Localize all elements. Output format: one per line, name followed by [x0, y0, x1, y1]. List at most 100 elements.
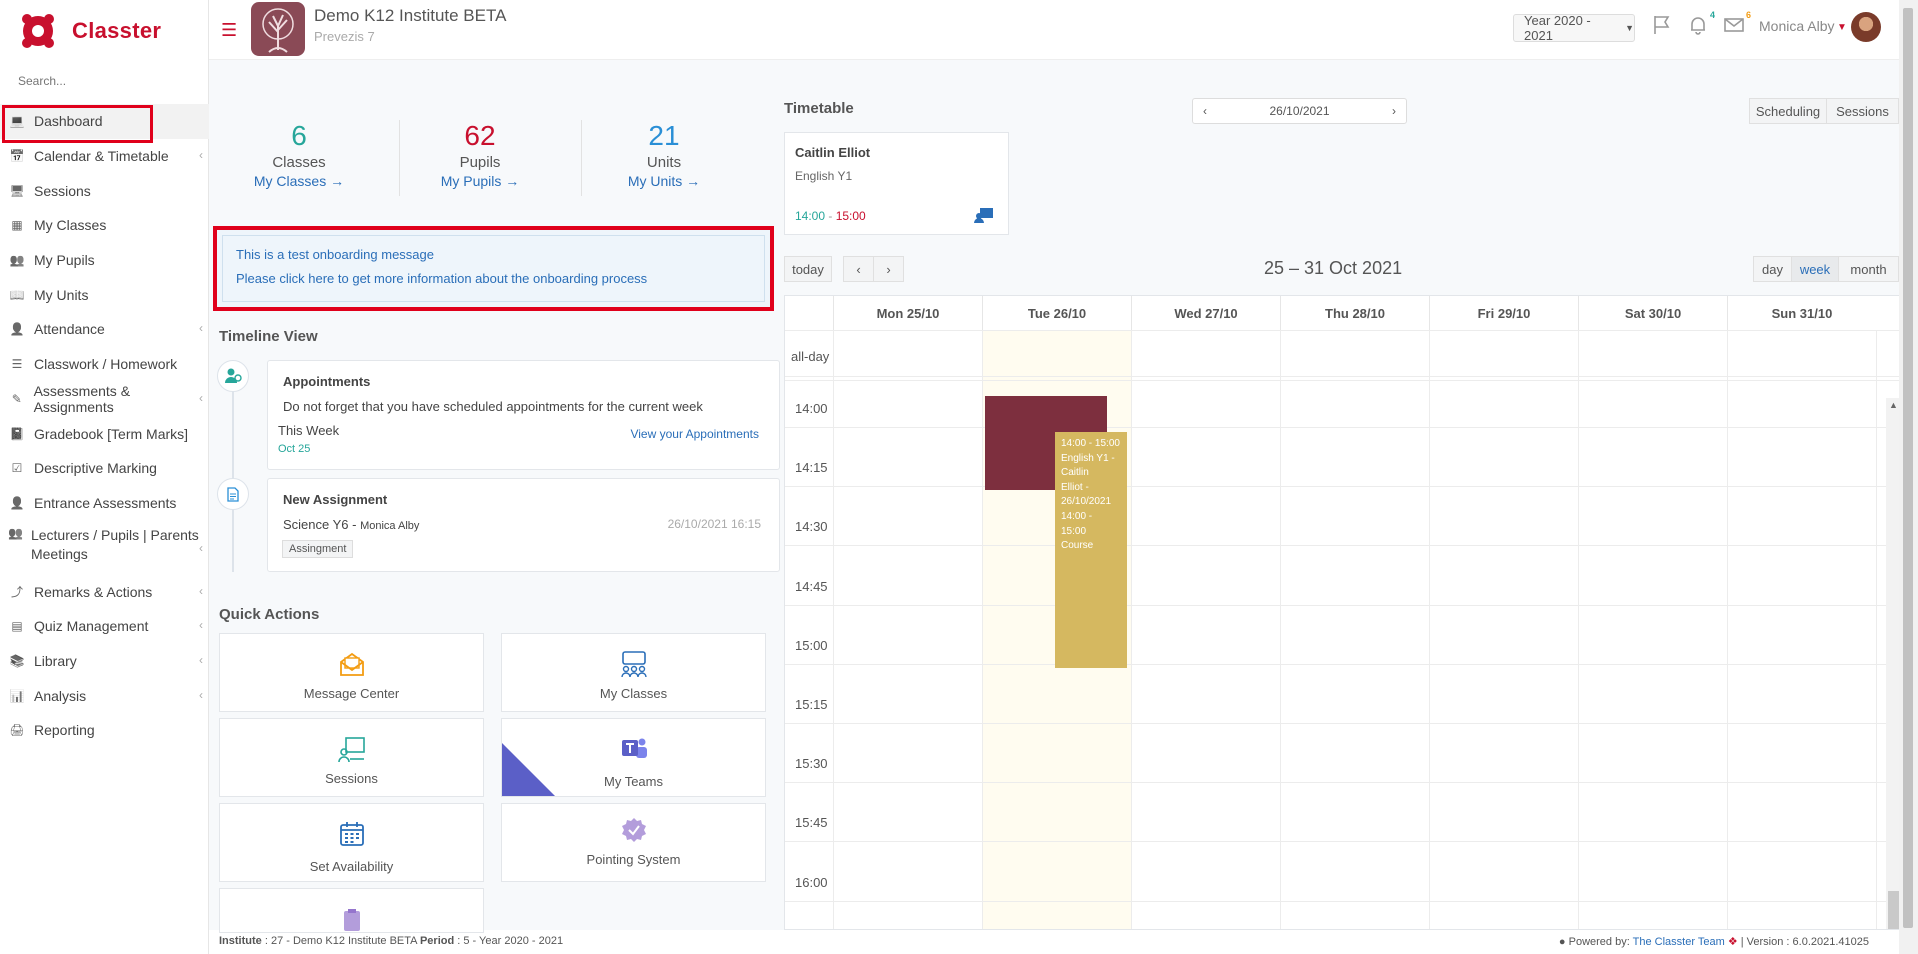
- stat-classes: 6 Classes My Classes →: [209, 120, 389, 189]
- view-appointments-link[interactable]: View your Appointments: [630, 427, 759, 441]
- timetable-date[interactable]: 26/10/2021: [1269, 104, 1329, 118]
- event-text-line: Elliot -: [1061, 481, 1089, 493]
- chevron-left-icon[interactable]: ‹: [199, 688, 203, 702]
- flag-icon[interactable]: [1651, 14, 1675, 38]
- chevron-left-icon[interactable]: ‹: [199, 391, 203, 405]
- sidebar-item-my-classes[interactable]: ▦ My Classes: [0, 208, 209, 243]
- chevron-left-icon[interactable]: ‹: [199, 148, 203, 162]
- grid-hline: [785, 900, 1902, 902]
- quick-action-more[interactable]: [219, 888, 484, 933]
- my-pupils-link[interactable]: My Pupils →: [390, 173, 570, 189]
- today-button[interactable]: today: [784, 256, 832, 282]
- my-classes-link[interactable]: My Classes →: [209, 173, 389, 189]
- sidebar-item-assessments-assignments[interactable]: ✎ Assessments & Assignments ‹: [0, 382, 209, 417]
- sidebar-item-attendance[interactable]: 👤 Attendance ‹: [0, 312, 209, 347]
- next-date-chevron-icon[interactable]: ›: [1392, 104, 1396, 118]
- quick-action-sessions[interactable]: Sessions: [219, 718, 484, 797]
- year-select[interactable]: Year 2020 - 2021 ▼: [1513, 13, 1635, 43]
- session-teacher: Caitlin Elliot: [795, 145, 871, 160]
- classter-team-link[interactable]: The Classter Team: [1633, 936, 1725, 948]
- sidebar-item-calendar-timetable[interactable]: 📅 Calendar & Timetable ‹: [0, 139, 209, 174]
- session-end: 15:00: [835, 209, 866, 223]
- grid-vline: [1131, 330, 1132, 929]
- attendance-icon: 👤: [9, 322, 25, 337]
- sidebar-item-quiz-management[interactable]: ▤ Quiz Management ‹: [0, 609, 209, 644]
- footer-institute-label: Institute: [219, 935, 262, 947]
- user-caret-down-icon[interactable]: ▼: [1837, 22, 1847, 33]
- footer-powered-label: Powered by:: [1568, 936, 1630, 948]
- hamburger-menu-icon[interactable]: ☰: [221, 20, 237, 41]
- stat-units-label: Units: [646, 154, 682, 171]
- sidebar-item-label: Calendar & Timetable: [34, 148, 169, 165]
- chevron-left-icon[interactable]: ‹: [199, 321, 203, 335]
- sidebar-item-label: Entrance Assessments: [34, 494, 177, 511]
- chevron-left-icon[interactable]: ‹: [199, 618, 203, 632]
- sidebar-item-descriptive-marking[interactable]: ☑ Descriptive Marking: [0, 451, 209, 486]
- quick-action-my-classes[interactable]: My Classes: [501, 633, 766, 712]
- sidebar-item-my-pupils[interactable]: 👥 My Pupils: [0, 243, 209, 278]
- classter-mark-icon: ❖: [1727, 936, 1738, 948]
- messages-envelope-icon[interactable]: 6: [1723, 10, 1751, 38]
- sidebar-item-my-units[interactable]: 📖 My Units: [0, 277, 209, 312]
- footer-institute-value: : 27 - Demo K12 Institute BETA: [264, 935, 417, 947]
- quick-action-label: My Classes: [599, 686, 668, 701]
- sidebar-item-lecturers-pupils-parents-meetings[interactable]: 👥 Lecturers / Pupils | Parents Meetings ‹: [0, 520, 209, 574]
- sidebar-item-label: My Units: [34, 286, 89, 303]
- day-header[interactable]: Mon 25/10: [833, 296, 982, 330]
- sidebar-item-reporting[interactable]: 🖨 Reporting: [0, 713, 209, 748]
- day-header[interactable]: Tue 26/10: [982, 296, 1131, 330]
- chevron-left-icon[interactable]: ‹: [199, 539, 203, 558]
- onboarding-link[interactable]: Please click here to get more informatio…: [236, 271, 751, 286]
- grid-vline: [1876, 330, 1877, 929]
- quick-action-pointing-system[interactable]: Pointing System: [501, 803, 766, 882]
- timetable-session-card[interactable]: Caitlin Elliot English Y1 14:00 - 15:00: [784, 132, 1009, 235]
- chevron-left-icon[interactable]: ‹: [199, 653, 203, 667]
- my-units-link[interactable]: My Units →: [574, 173, 754, 189]
- quick-action-set-availability[interactable]: Set Availability: [219, 803, 484, 882]
- view-week-button[interactable]: week: [1791, 256, 1839, 282]
- quick-action-label: Pointing System: [586, 852, 681, 867]
- scheduling-button[interactable]: Scheduling: [1749, 98, 1827, 124]
- day-header[interactable]: Wed 27/10: [1131, 296, 1280, 330]
- view-day-button[interactable]: day: [1753, 256, 1792, 282]
- next-week-chevron-icon[interactable]: ›: [873, 256, 904, 282]
- calendar-event-english-y1[interactable]: 14:00 - 15:00 English Y1 - Caitlin Elliot -…: [1055, 432, 1127, 668]
- sessions-button[interactable]: Sessions: [1826, 98, 1899, 124]
- scroll-up-icon[interactable]: ▲: [1889, 400, 1898, 410]
- day-header[interactable]: Thu 28/10: [1280, 296, 1429, 330]
- view-month-button[interactable]: month: [1838, 256, 1899, 282]
- page-scroll-thumb[interactable]: [1903, 8, 1913, 928]
- avatar[interactable]: [1851, 12, 1881, 42]
- online-session-icon[interactable]: [974, 207, 994, 223]
- sidebar-item-gradebook-term-marks[interactable]: 📓 Gradebook [Term Marks]: [0, 416, 209, 451]
- grid-hline: [785, 376, 1902, 377]
- quick-action-my-teams[interactable]: My Teams: [501, 718, 766, 797]
- footer-version: | Version : 6.0.2021.41025: [1740, 936, 1869, 948]
- sidebar-item-classwork-homework[interactable]: ☰ Classwork / Homework: [0, 347, 209, 382]
- time-slot-label: 14:00: [795, 401, 828, 416]
- day-header[interactable]: Sun 31/10: [1727, 296, 1876, 330]
- day-header[interactable]: Fri 29/10: [1429, 296, 1578, 330]
- grid-hline: [785, 427, 1902, 428]
- event-text-line: 15:00: [1061, 525, 1087, 537]
- user-name[interactable]: Monica Alby: [1759, 18, 1834, 34]
- sidebar-item-entrance-assessments[interactable]: 👤 Entrance Assessments: [0, 486, 209, 521]
- page-scrollbar[interactable]: [1899, 0, 1918, 954]
- classter-logo[interactable]: Classter: [18, 8, 161, 54]
- prev-week-chevron-icon[interactable]: ‹: [843, 256, 874, 282]
- notifications-bell-icon[interactable]: 4: [1687, 10, 1715, 38]
- sidebar-item-sessions[interactable]: 🖥 Sessions: [0, 173, 209, 208]
- sidebar-search-input[interactable]: [18, 74, 198, 88]
- sidebar-item-library[interactable]: 📚 Library ‹: [0, 644, 209, 679]
- quick-action-message-center[interactable]: Message Center: [219, 633, 484, 712]
- sidebar-item-remarks-actions[interactable]: ⤴ Remarks & Actions ‹: [0, 574, 209, 609]
- sidebar-item-label: Sessions: [34, 182, 91, 199]
- day-header[interactable]: Sat 30/10: [1578, 296, 1727, 330]
- prev-date-chevron-icon[interactable]: ‹: [1203, 104, 1207, 118]
- sidebar-item-analysis[interactable]: 📊 Analysis ‹: [0, 678, 209, 713]
- chevron-left-icon[interactable]: ‹: [199, 584, 203, 598]
- sidebar-item-dashboard[interactable]: 💻 Dashboard: [0, 104, 209, 143]
- sidebar-item-label: Lecturers / Pupils | Parents Meetings: [30, 527, 199, 563]
- onboarding-message[interactable]: This is a test onboarding message Please…: [213, 226, 774, 311]
- appointments-text: Do not forget that you have scheduled ap…: [283, 399, 703, 414]
